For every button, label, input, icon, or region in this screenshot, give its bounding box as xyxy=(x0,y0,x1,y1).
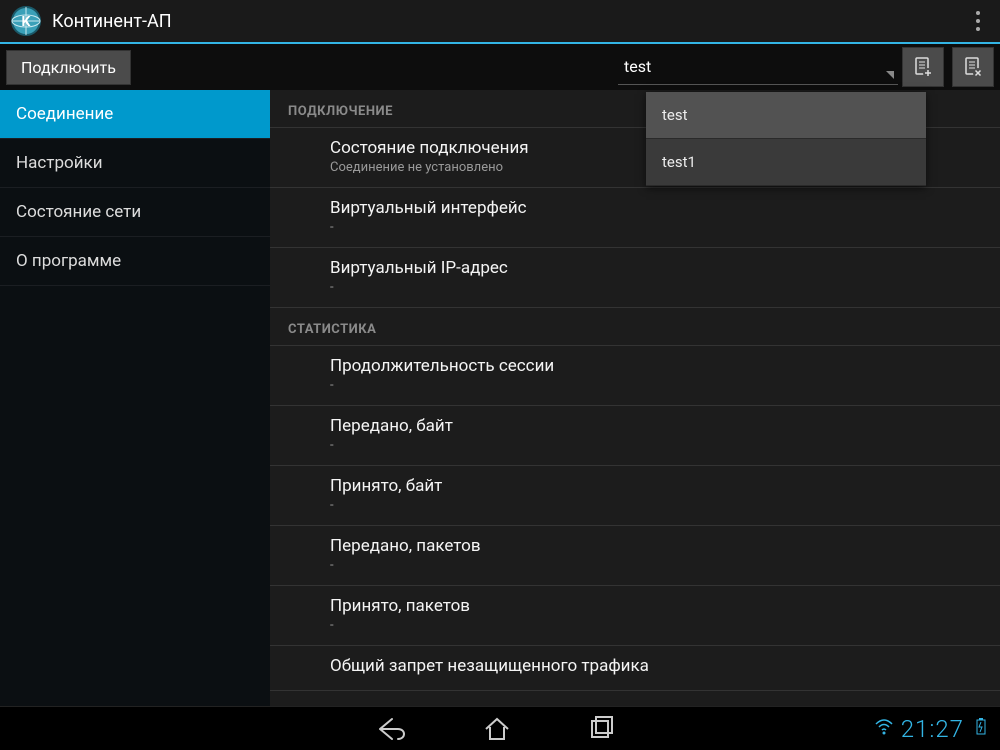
info-row: Принято, байт - xyxy=(270,466,1000,526)
back-button[interactable] xyxy=(376,715,410,743)
row-label: Виртуальный IP-адрес xyxy=(330,258,982,278)
add-profile-button[interactable] xyxy=(902,47,944,87)
row-label: Передано, пакетов xyxy=(330,536,982,556)
home-button[interactable] xyxy=(480,715,514,743)
row-value: - xyxy=(330,558,982,573)
info-row: Виртуальный интерфейс - xyxy=(270,188,1000,248)
app-bar: K Континент-АП xyxy=(0,0,1000,44)
dropdown-option[interactable]: test1 xyxy=(646,139,926,186)
profile-dropdown: test test1 xyxy=(646,92,926,186)
info-row: Общий запрет незащищенного трафика xyxy=(270,646,1000,691)
row-value: - xyxy=(330,618,982,633)
app-title: Континент-АП xyxy=(52,11,966,32)
connect-button[interactable]: Подключить xyxy=(6,50,131,85)
dropdown-arrow-icon xyxy=(886,71,894,79)
delete-profile-button[interactable] xyxy=(952,47,994,87)
row-value: - xyxy=(330,280,982,295)
sidebar-item-network-state[interactable]: Состояние сети xyxy=(0,188,270,237)
svg-text:K: K xyxy=(22,14,31,30)
row-value: - xyxy=(330,498,982,513)
row-label: Принято, пакетов xyxy=(330,596,982,616)
battery-charging-icon xyxy=(972,718,990,740)
row-label: Виртуальный интерфейс xyxy=(330,198,982,218)
info-row: Виртуальный IP-адрес - xyxy=(270,248,1000,308)
clock-time: 21:27 xyxy=(901,715,964,743)
system-nav-bar: 21:27 xyxy=(0,706,1000,750)
section-header: СТАТИСТИКА xyxy=(270,308,1000,346)
sidebar-item-settings[interactable]: Настройки xyxy=(0,139,270,188)
sidebar: Соединение Настройки Состояние сети О пр… xyxy=(0,90,270,706)
recents-button[interactable] xyxy=(584,715,618,743)
info-row: Передано, пакетов - xyxy=(270,526,1000,586)
action-bar: Подключить xyxy=(0,44,1000,90)
sidebar-item-about[interactable]: О программе xyxy=(0,237,270,286)
sidebar-item-connection[interactable]: Соединение xyxy=(0,90,270,139)
overflow-menu-icon[interactable] xyxy=(966,3,990,39)
row-label: Передано, байт xyxy=(330,416,982,436)
row-label: Принято, байт xyxy=(330,476,982,496)
app-logo-icon: K xyxy=(10,5,42,37)
info-row: Передано, байт - xyxy=(270,406,1000,466)
row-value: - xyxy=(330,438,982,453)
wifi-icon xyxy=(875,718,893,740)
row-value: - xyxy=(330,378,982,393)
row-value: - xyxy=(330,220,982,235)
row-label: Продолжительность сессии xyxy=(330,356,982,376)
row-label: Общий запрет незащищенного трафика xyxy=(330,656,982,676)
info-row: Принято, пакетов - xyxy=(270,586,1000,646)
info-row: Продолжительность сессии - xyxy=(270,346,1000,406)
profile-select-input[interactable] xyxy=(618,49,898,85)
dropdown-option[interactable]: test xyxy=(646,92,926,139)
